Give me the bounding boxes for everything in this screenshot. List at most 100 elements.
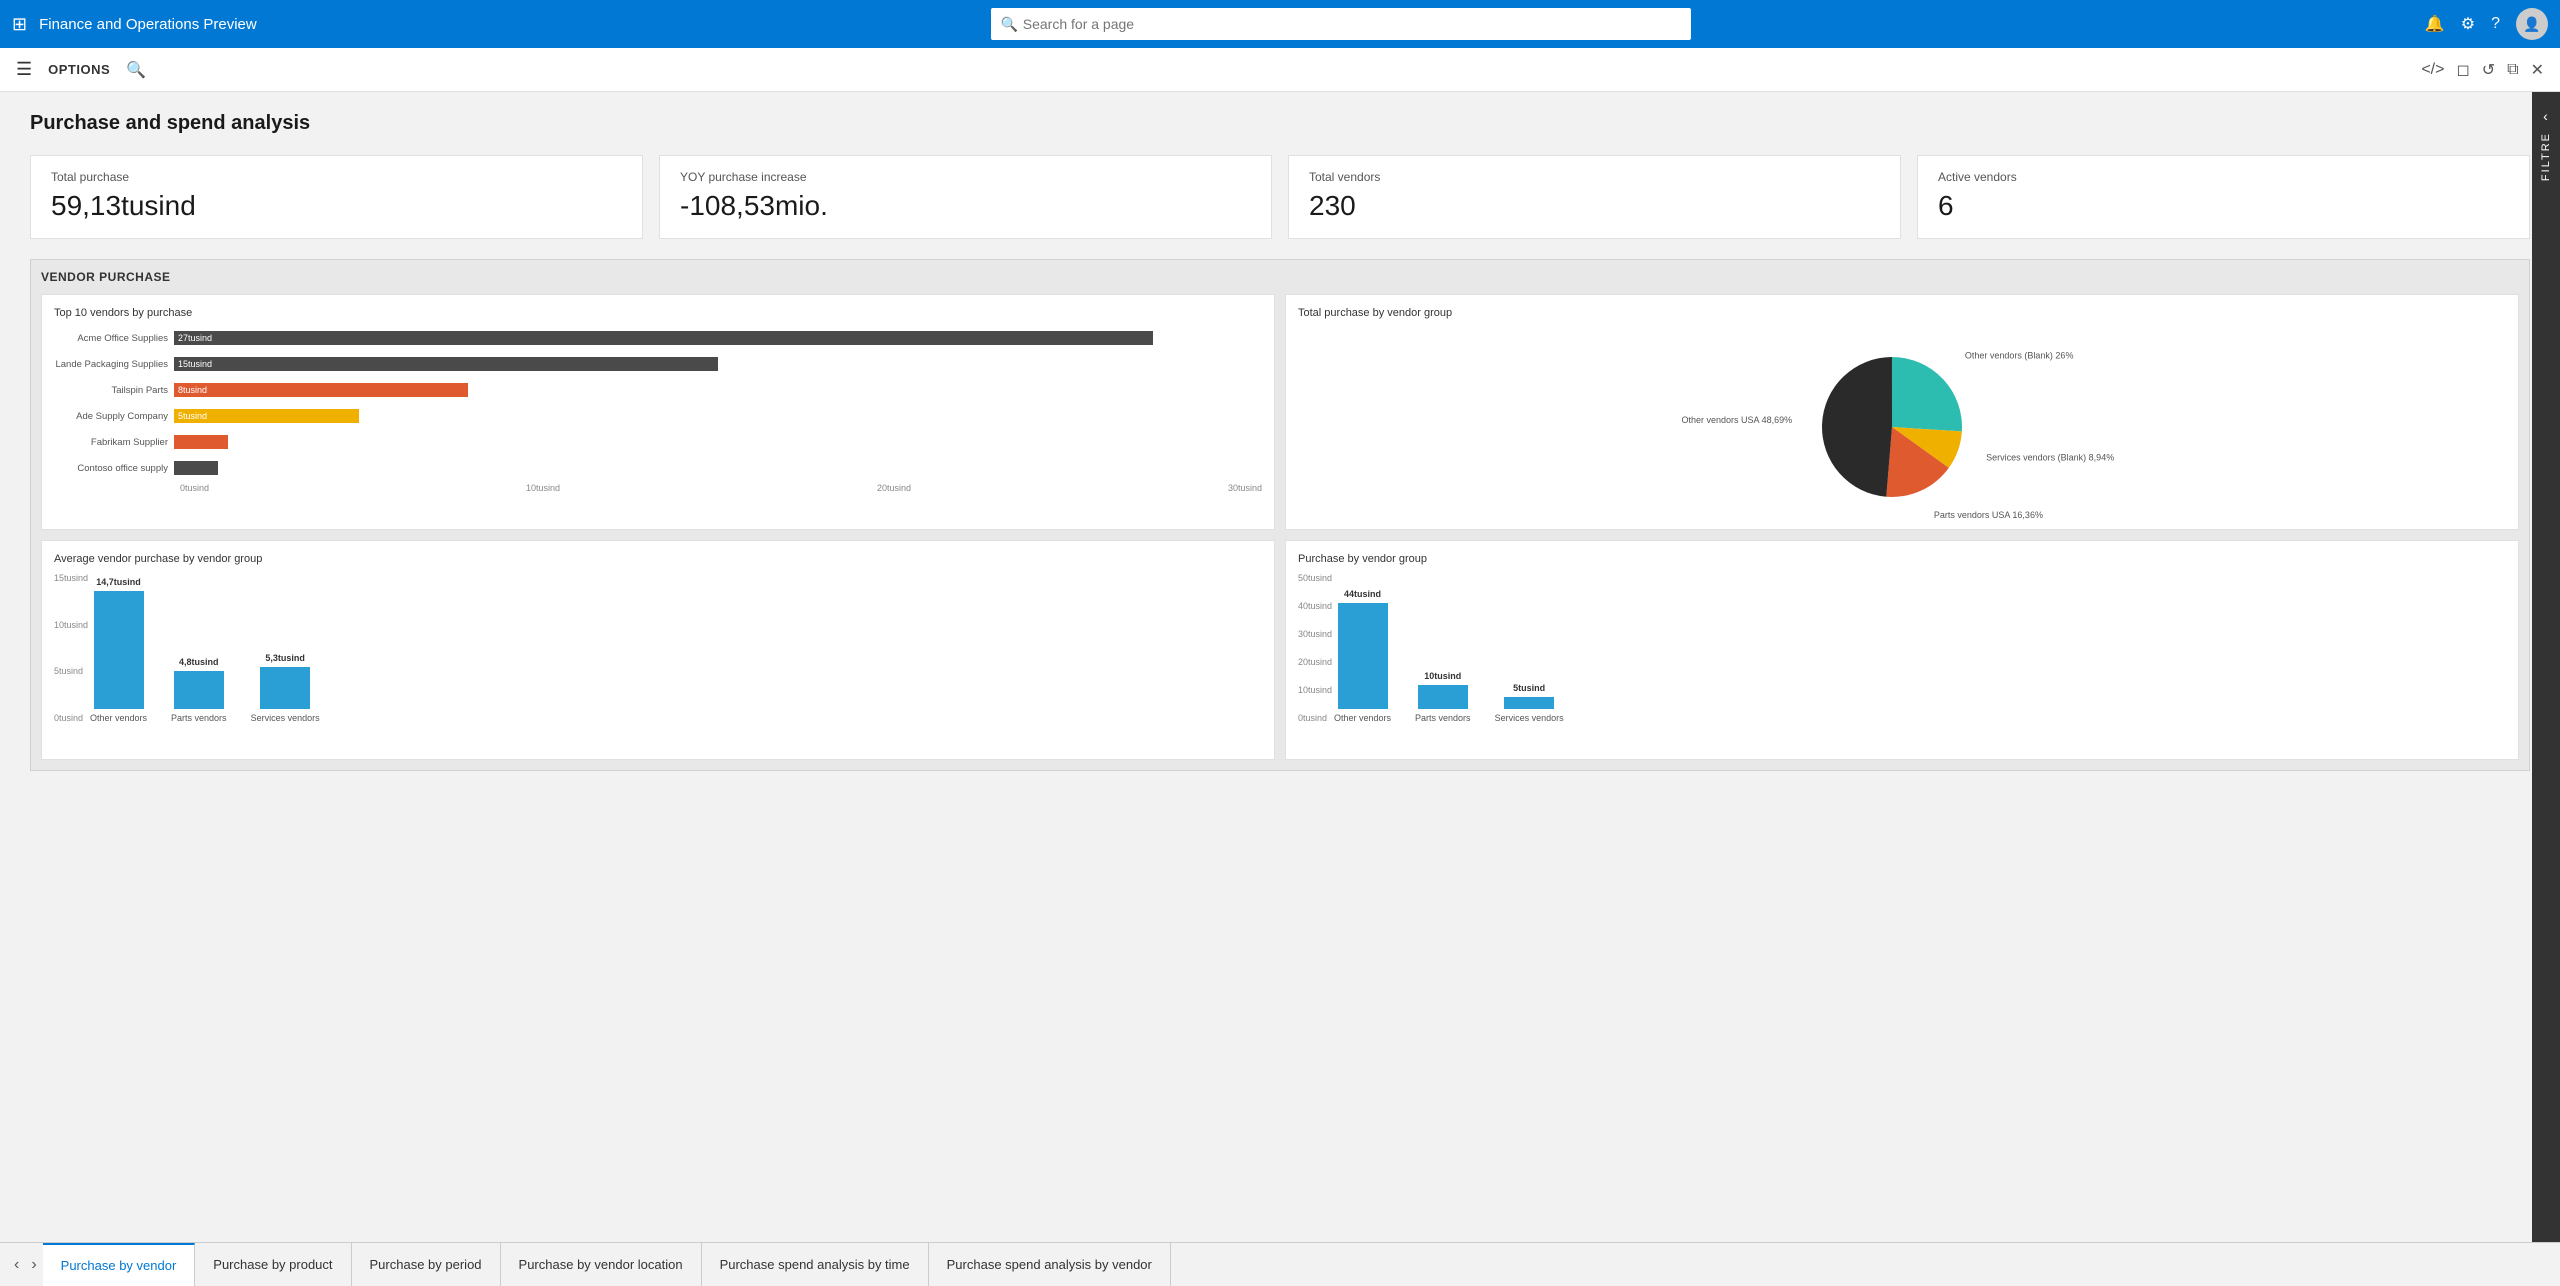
bar-label: Ade Supply Company bbox=[54, 411, 174, 422]
kpi-card-1[interactable]: YOY purchase increase -108,53mio. bbox=[659, 155, 1272, 239]
avatar[interactable]: 👤 bbox=[2516, 8, 2548, 40]
top10-chart-title: Top 10 vendors by purchase bbox=[54, 307, 1262, 319]
bar-value: 5tusind bbox=[174, 411, 207, 421]
purchase-group-chart[interactable]: Purchase by vendor group 50tusind40tusin… bbox=[1285, 540, 2519, 760]
toolbar-window-icon[interactable]: ◻ bbox=[2456, 60, 2469, 80]
vbar-fill[interactable] bbox=[1418, 685, 1468, 709]
pie-chart-title: Total purchase by vendor group bbox=[1298, 307, 2506, 319]
bell-icon[interactable]: 🔔 bbox=[2425, 14, 2445, 34]
section-header: VENDOR PURCHASE bbox=[41, 270, 2519, 284]
tab-3[interactable]: Purchase by vendor location bbox=[501, 1243, 702, 1286]
bar-container bbox=[174, 460, 1262, 476]
search-icon: 🔍 bbox=[1001, 16, 1018, 33]
settings-icon[interactable]: ⚙ bbox=[2461, 14, 2475, 34]
bar-fill bbox=[174, 435, 228, 449]
vbar-label: Parts vendors bbox=[171, 713, 227, 723]
vbar-fill[interactable] bbox=[260, 667, 310, 709]
tab-prev-button[interactable]: ‹ bbox=[8, 1256, 25, 1274]
tab-5[interactable]: Purchase spend analysis by vendor bbox=[929, 1243, 1171, 1286]
nav-actions: 🔔 ⚙ ? 👤 bbox=[2425, 8, 2548, 40]
y-axis-label: 10tusind bbox=[1298, 685, 1332, 695]
y-axis-label: 0tusind bbox=[54, 713, 88, 723]
bar-container: 8tusind bbox=[174, 382, 1262, 398]
vbar-fill[interactable] bbox=[174, 671, 224, 709]
kpi-value-0: 59,13tusind bbox=[51, 190, 622, 222]
kpi-row: Total purchase 59,13tusind YOY purchase … bbox=[30, 155, 2530, 239]
toolbar-right-actions: </> ◻ ↺ ⧉ ✕ bbox=[2421, 60, 2544, 80]
search-input[interactable] bbox=[991, 8, 1691, 40]
bar-row: Fabrikam Supplier bbox=[54, 431, 1262, 453]
search-wrapper: 🔍 bbox=[269, 8, 2413, 40]
tab-4[interactable]: Purchase spend analysis by time bbox=[702, 1243, 929, 1286]
bar-fill: 5tusind bbox=[174, 409, 359, 423]
bar-row: Acme Office Supplies 27tusind bbox=[54, 327, 1262, 349]
filter-label: FILTRE bbox=[2540, 132, 2552, 181]
vbar-value-label: 14,7tusind bbox=[96, 577, 141, 587]
toolbar-close-icon[interactable]: ✕ bbox=[2531, 60, 2544, 80]
bar-fill: 27tusind bbox=[174, 331, 1153, 345]
vbar-label: Other vendors bbox=[1334, 713, 1391, 723]
vbar-fill[interactable] bbox=[94, 591, 144, 709]
kpi-value-3: 6 bbox=[1938, 190, 2509, 222]
y-axis: 50tusind40tusind30tusind20tusind10tusind… bbox=[1298, 573, 1332, 723]
toolbar-refresh-icon[interactable]: ↺ bbox=[2482, 60, 2495, 80]
filter-panel[interactable]: ‹ FILTRE bbox=[2532, 92, 2560, 1242]
kpi-value-1: -108,53mio. bbox=[680, 190, 1251, 222]
x-axis-label: 20tusind bbox=[877, 483, 911, 493]
vbar-column: 44tusindOther vendors bbox=[1334, 589, 1391, 723]
horizontal-bar-chart: Acme Office Supplies 27tusind Lande Pack… bbox=[54, 327, 1262, 479]
vbar-label: Other vendors bbox=[90, 713, 147, 723]
pie-segment-0[interactable] bbox=[1892, 357, 1962, 431]
bar-row: Contoso office supply bbox=[54, 457, 1262, 479]
y-axis-label: 20tusind bbox=[1298, 657, 1332, 667]
toolbar-popout-icon[interactable]: ⧉ bbox=[2507, 61, 2518, 79]
kpi-card-0[interactable]: Total purchase 59,13tusind bbox=[30, 155, 643, 239]
bar-label: Lande Packaging Supplies bbox=[54, 359, 174, 370]
y-axis-label: 40tusind bbox=[1298, 601, 1332, 611]
pie-segment-3[interactable] bbox=[1822, 357, 1892, 497]
bar-container bbox=[174, 434, 1262, 450]
bar-row: Tailspin Parts 8tusind bbox=[54, 379, 1262, 401]
vbar-fill[interactable] bbox=[1504, 697, 1554, 709]
help-icon[interactable]: ? bbox=[2491, 15, 2500, 33]
y-axis-label: 10tusind bbox=[54, 620, 88, 630]
tab-0[interactable]: Purchase by vendor bbox=[43, 1243, 196, 1286]
toolbar-code-icon[interactable]: </> bbox=[2421, 61, 2444, 79]
kpi-label-0: Total purchase bbox=[51, 170, 622, 184]
kpi-card-3[interactable]: Active vendors 6 bbox=[1917, 155, 2530, 239]
bar-container: 27tusind bbox=[174, 330, 1262, 346]
tab-1[interactable]: Purchase by product bbox=[195, 1243, 351, 1286]
grid-icon[interactable]: ⊞ bbox=[12, 14, 27, 35]
x-axis-label: 0tusind bbox=[180, 483, 209, 493]
toolbar-search-icon[interactable]: 🔍 bbox=[126, 60, 146, 80]
bar-fill bbox=[174, 461, 218, 475]
tab-2[interactable]: Purchase by period bbox=[352, 1243, 501, 1286]
vbar-value-label: 5,3tusind bbox=[265, 653, 305, 663]
vbar-value-label: 4,8tusind bbox=[179, 657, 219, 667]
pie-label-3: Other vendors USA 48,69% bbox=[1682, 415, 1793, 425]
bottom-tabs: ‹ › Purchase by vendorPurchase by produc… bbox=[0, 1242, 2560, 1286]
pie-label-1: Services vendors (Blank) 8,94% bbox=[1986, 453, 2114, 463]
pie-label-0: Other vendors (Blank) 26% bbox=[1965, 351, 2074, 361]
kpi-card-2[interactable]: Total vendors 230 bbox=[1288, 155, 1901, 239]
pie-wrapper: Other vendors (Blank) 26% Services vendor… bbox=[1298, 327, 2506, 517]
hamburger-icon[interactable]: ☰ bbox=[16, 59, 32, 80]
top-charts-row: Top 10 vendors by purchase Acme Office S… bbox=[41, 294, 2519, 530]
bar-row: Lande Packaging Supplies 15tusind bbox=[54, 353, 1262, 375]
vbar-label: Services vendors bbox=[1495, 713, 1564, 723]
y-axis-label: 15tusind bbox=[54, 573, 88, 583]
vbar-value-label: 5tusind bbox=[1513, 683, 1545, 693]
bar-fill: 15tusind bbox=[174, 357, 718, 371]
avg-vendor-chart[interactable]: Average vendor purchase by vendor group … bbox=[41, 540, 1275, 760]
vbar-value-label: 10tusind bbox=[1424, 671, 1461, 681]
vbar-fill[interactable] bbox=[1338, 603, 1388, 709]
bar-label: Fabrikam Supplier bbox=[54, 437, 174, 448]
pie-chart-panel[interactable]: Total purchase by vendor group Other ven… bbox=[1285, 294, 2519, 530]
kpi-label-3: Active vendors bbox=[1938, 170, 2509, 184]
top10-vendors-chart[interactable]: Top 10 vendors by purchase Acme Office S… bbox=[41, 294, 1275, 530]
page-title: Purchase and spend analysis bbox=[30, 112, 2530, 135]
vbar-column: 14,7tusind Other vendors bbox=[90, 577, 147, 723]
tab-next-button[interactable]: › bbox=[25, 1256, 42, 1274]
y-axis-label: 5tusind bbox=[54, 666, 88, 676]
vbar-column: 5,3tusindServices vendors bbox=[251, 653, 320, 723]
